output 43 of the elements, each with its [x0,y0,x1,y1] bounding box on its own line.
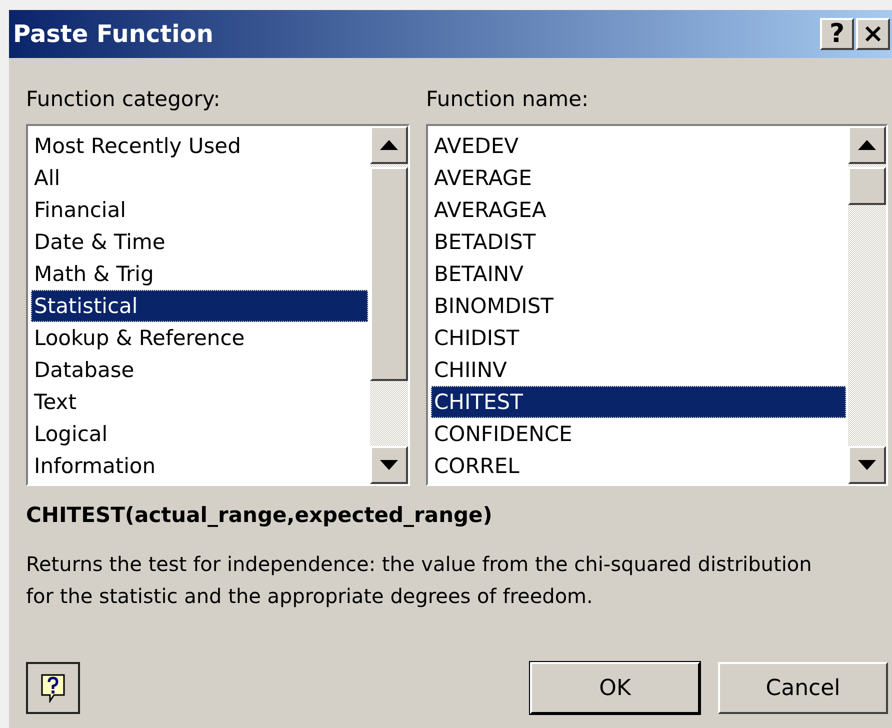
down-arrow-icon [858,460,876,470]
down-arrow-icon [380,460,398,470]
scroll-up-button[interactable] [848,126,886,164]
list-item[interactable]: Lookup & Reference [31,322,368,354]
help-button[interactable] [26,662,80,714]
close-button[interactable]: × [856,18,890,50]
window-title: Paste Function [13,19,214,50]
list-item[interactable]: AVEDEV [431,130,846,162]
list-item[interactable]: Statistical [31,290,368,322]
function-description: Returns the test for independence: the value from the chi-squared distribution for the statistic and the appropriate degrees of freedom. [26,550,813,610]
field-label: Function name: [426,86,589,113]
list-item[interactable]: Information [31,450,368,482]
help-button[interactable]: ? [820,18,854,50]
list-item[interactable]: Math & Trig [31,258,368,290]
list-item[interactable]: Date & Time [31,226,368,258]
list-item[interactable]: BETADIST [431,226,846,258]
list-item[interactable]: Logical [31,418,368,450]
scroll-up-button[interactable] [370,126,408,164]
list-item[interactable]: All [31,162,368,194]
list-item[interactable]: Most Recently Used [31,130,368,162]
list-item[interactable]: CHIDIST [431,322,846,354]
scroll-down-button[interactable] [370,446,408,484]
scrollbar-thumb[interactable] [370,167,408,381]
ok-button[interactable]: OK [530,662,700,714]
list-item[interactable]: CHIINV [431,354,846,386]
help-icon [40,673,66,703]
list-item[interactable]: Database [31,354,368,386]
list-item[interactable]: BINOMDIST [431,290,846,322]
scroll-down-button[interactable] [848,446,886,484]
list-item[interactable]: AVERAGEA [431,194,846,226]
list-item[interactable]: CONFIDENCE [431,418,846,450]
list-item[interactable]: Text [31,386,368,418]
cancel-button[interactable]: Cancel [718,662,888,714]
list-item[interactable]: AVERAGE [431,162,846,194]
list-item[interactable]: BETAINV [431,258,846,290]
list-item[interactable]: CHITEST [431,386,846,418]
scrollbar-thumb[interactable] [848,167,886,205]
field-label: Function category: [26,86,220,113]
up-arrow-icon [380,140,398,150]
up-arrow-icon [858,140,876,150]
list-item[interactable]: CORREL [431,450,846,482]
function-syntax: CHITEST(actual_range,expected_range) [26,502,492,529]
list-item[interactable]: Financial [31,194,368,226]
